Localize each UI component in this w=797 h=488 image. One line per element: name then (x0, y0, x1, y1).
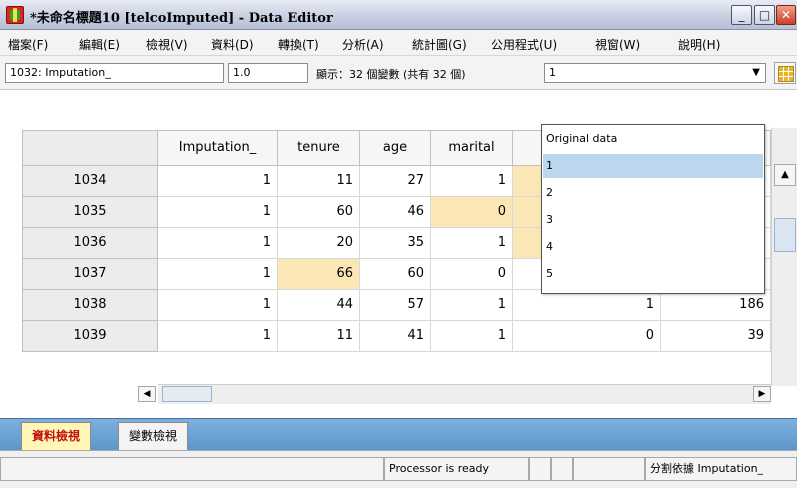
menu-file[interactable]: 檔案(F) (8, 36, 48, 53)
cell-value-field[interactable]: 1.0 (228, 63, 308, 83)
menu-view[interactable]: 檢視(V) (146, 36, 188, 53)
scroll-up-icon[interactable]: ▲ (774, 164, 796, 186)
app-icon[interactable] (6, 6, 24, 24)
data-cell[interactable]: 57 (360, 290, 431, 321)
status-segment-main (0, 457, 384, 481)
data-cell[interactable]: 0 (513, 321, 661, 352)
menu-edit[interactable]: 編輯(E) (79, 36, 120, 53)
status-segment-empty (529, 457, 551, 481)
cell-info-bar: 1032: Imputation_ 1.0 顯示：32 個變數 (共有 32 個… (0, 56, 797, 90)
dropdown-option[interactable]: Original data (543, 127, 763, 151)
dropdown-option[interactable]: 5 (543, 262, 763, 286)
imputation-dropdown-list: Original data 1 2 3 4 5 (541, 124, 765, 294)
cell-reference-field[interactable]: 1032: Imputation_ (5, 63, 224, 83)
menu-window[interactable]: 視窗(W) (595, 36, 640, 53)
data-cell[interactable]: 1 (158, 197, 278, 228)
imputation-select[interactable]: 1 ▼ (544, 63, 766, 83)
data-cell[interactable]: 1 (158, 228, 278, 259)
status-segment-empty (551, 457, 573, 481)
grid-icon[interactable] (774, 62, 796, 84)
minimize-button[interactable]: _ (731, 5, 752, 25)
dropdown-option[interactable]: 2 (543, 181, 763, 205)
dropdown-option[interactable]: 4 (543, 235, 763, 259)
data-cell[interactable]: 44 (278, 290, 360, 321)
data-cell[interactable]: 66 (278, 259, 360, 290)
row-header[interactable]: 1036 (22, 228, 158, 259)
column-header[interactable]: age (360, 130, 431, 166)
status-split: 分割依據 Imputation_ (645, 457, 797, 481)
window-title: *未命名標題10 [telcoImputed] - Data Editor (30, 11, 333, 26)
row-header[interactable]: 1038 (22, 290, 158, 321)
menu-help[interactable]: 說明(H) (678, 36, 720, 53)
dropdown-option[interactable]: 1 (543, 154, 763, 178)
menu-data[interactable]: 資料(D) (211, 36, 254, 53)
horizontal-scroll-thumb[interactable] (162, 386, 212, 402)
dropdown-arrow-icon[interactable]: ▼ (752, 67, 760, 78)
title-bar[interactable]: *未命名標題10 [telcoImputed] - Data Editor _ … (0, 0, 797, 30)
data-cell[interactable]: 11 (278, 321, 360, 352)
data-cell[interactable]: 1 (158, 290, 278, 321)
data-cell[interactable]: 35 (360, 228, 431, 259)
close-button[interactable]: ✕ (776, 5, 796, 25)
data-cell[interactable]: 0 (431, 197, 513, 228)
data-cell[interactable]: 1 (513, 290, 661, 321)
menu-utilities[interactable]: 公用程式(U) (491, 36, 557, 53)
maximize-button[interactable]: □ (754, 5, 775, 25)
data-cell[interactable]: 11 (278, 166, 360, 197)
scroll-right-icon[interactable]: ▶ (753, 386, 771, 402)
data-cell[interactable]: 39 (661, 321, 771, 352)
row-header[interactable]: 1034 (22, 166, 158, 197)
data-cell[interactable]: 27 (360, 166, 431, 197)
data-cell[interactable]: 186 (661, 290, 771, 321)
column-header[interactable]: Imputation_ (158, 130, 278, 166)
data-cell[interactable]: 20 (278, 228, 360, 259)
menu-graphs[interactable]: 統計圖(G) (412, 36, 467, 53)
data-cell[interactable]: 41 (360, 321, 431, 352)
dropdown-option[interactable]: 3 (543, 208, 763, 232)
row-header[interactable]: 1037 (22, 259, 158, 290)
menu-transform[interactable]: 轉換(T) (278, 36, 319, 53)
imputation-select-value: 1 (549, 66, 556, 79)
row-header[interactable]: 1039 (22, 321, 158, 352)
data-cell[interactable]: 60 (360, 259, 431, 290)
vertical-scroll-thumb[interactable] (774, 218, 796, 252)
menu-bar: 檔案(F) 編輯(E) 檢視(V) 資料(D) 轉換(T) 分析(A) 統計圖(… (0, 30, 797, 56)
data-cell[interactable]: 0 (431, 259, 513, 290)
data-cell[interactable]: 46 (360, 197, 431, 228)
data-cell[interactable]: 1 (158, 166, 278, 197)
view-tab-bar: 資料檢視 變數檢視 (0, 418, 797, 450)
data-cell[interactable]: 1 (431, 290, 513, 321)
status-segment-empty (573, 457, 645, 481)
data-cell[interactable]: 1 (431, 166, 513, 197)
column-header[interactable]: tenure (278, 130, 360, 166)
row-header[interactable]: 1035 (22, 197, 158, 228)
vertical-scrollbar[interactable]: ▲ (771, 128, 797, 386)
horizontal-scrollbar[interactable] (158, 384, 771, 404)
grid-corner[interactable] (22, 130, 158, 166)
menu-analyze[interactable]: 分析(A) (342, 36, 384, 53)
scroll-left-icon[interactable]: ◀ (138, 386, 156, 402)
status-processor: Processor is ready (384, 457, 529, 481)
column-header[interactable]: marital (431, 130, 513, 166)
data-cell[interactable]: 1 (158, 321, 278, 352)
tab-data-view[interactable]: 資料檢視 (21, 422, 92, 450)
status-bar: Processor is ready 分割依據 Imputation_ (0, 450, 797, 488)
data-cell[interactable]: 1 (158, 259, 278, 290)
data-cell[interactable]: 1 (431, 228, 513, 259)
tab-variable-view[interactable]: 變數檢視 (118, 422, 189, 450)
data-cell[interactable]: 60 (278, 197, 360, 228)
variable-count-label: 顯示：32 個變數 (共有 32 個) (316, 68, 466, 81)
data-cell[interactable]: 1 (431, 321, 513, 352)
